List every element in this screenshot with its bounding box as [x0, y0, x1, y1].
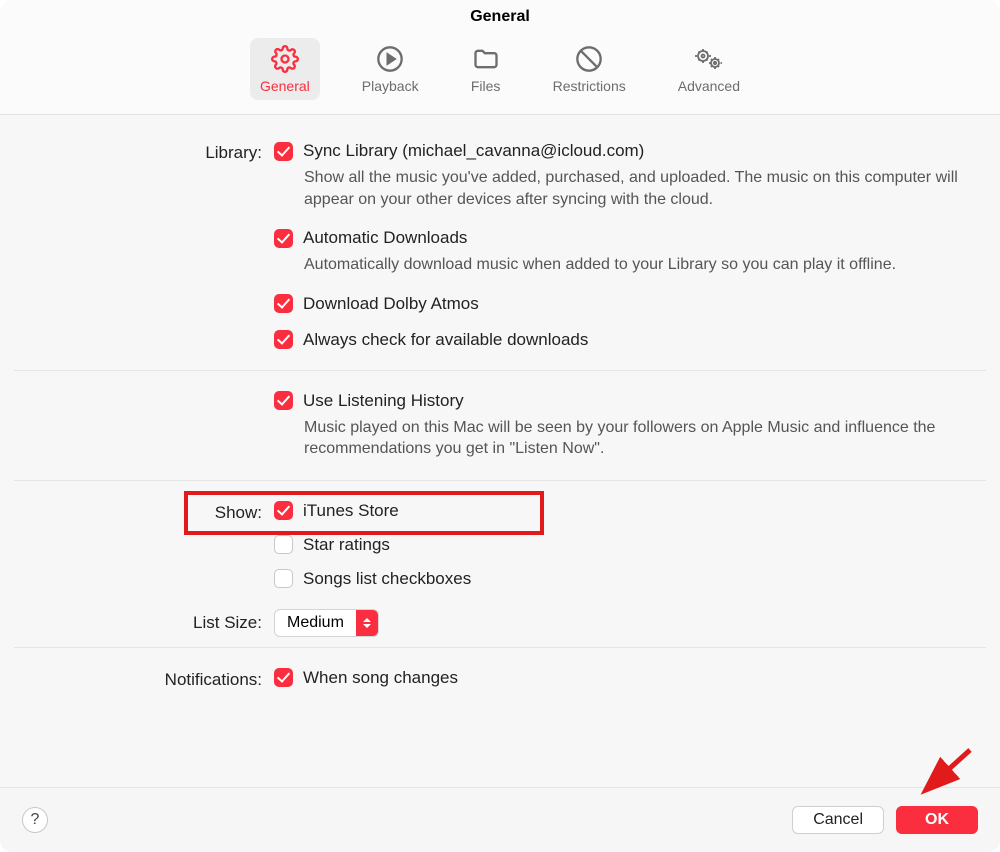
divider: [14, 370, 986, 371]
window-title: General: [0, 0, 1000, 30]
sync-library-checkbox[interactable]: [274, 142, 293, 161]
song-changes-checkbox[interactable]: [274, 668, 293, 687]
songs-list-label: Songs list checkboxes: [303, 569, 471, 589]
itunes-store-label: iTunes Store: [303, 501, 399, 521]
listening-history-desc: Music played on this Mac will be seen by…: [304, 417, 976, 460]
preferences-content: Library: Sync Library (michael_cavanna@i…: [0, 115, 1000, 787]
divider: [14, 480, 986, 481]
tab-label: Advanced: [678, 78, 740, 94]
itunes-store-checkbox[interactable]: [274, 501, 293, 520]
tab-label: Files: [471, 78, 501, 94]
folder-icon: [471, 44, 501, 74]
auto-downloads-desc: Automatically download music when added …: [304, 254, 976, 276]
cancel-button[interactable]: Cancel: [792, 806, 884, 834]
footer-bar: ? Cancel OK: [0, 787, 1000, 852]
listening-history-label: Use Listening History: [303, 391, 464, 411]
stepper-icon: [356, 610, 378, 636]
nosign-icon: [574, 44, 604, 74]
list-size-value: Medium: [275, 614, 356, 632]
listening-history-checkbox[interactable]: [274, 391, 293, 410]
gears-icon: [694, 44, 724, 74]
sync-library-desc: Show all the music you've added, purchas…: [304, 167, 976, 210]
tab-label: Restrictions: [553, 78, 626, 94]
tab-general[interactable]: General: [250, 38, 320, 100]
tab-playback[interactable]: Playback: [352, 38, 429, 100]
list-size-select[interactable]: Medium: [274, 609, 379, 637]
dolby-atmos-label: Download Dolby Atmos: [303, 294, 479, 314]
auto-downloads-label: Automatic Downloads: [303, 228, 467, 248]
show-section-label: Show:: [14, 501, 274, 523]
star-ratings-label: Star ratings: [303, 535, 390, 555]
auto-downloads-checkbox[interactable]: [274, 229, 293, 248]
songs-list-checkbox[interactable]: [274, 569, 293, 588]
list-size-label: List Size:: [14, 609, 274, 633]
tab-restrictions[interactable]: Restrictions: [543, 38, 636, 100]
tab-label: Playback: [362, 78, 419, 94]
library-section-label: Library:: [14, 141, 274, 163]
song-changes-label: When song changes: [303, 668, 458, 688]
ok-button[interactable]: OK: [896, 806, 978, 834]
tab-files[interactable]: Files: [461, 38, 511, 100]
dolby-atmos-checkbox[interactable]: [274, 294, 293, 313]
gear-icon: [270, 44, 300, 74]
divider: [14, 647, 986, 648]
play-icon: [375, 44, 405, 74]
help-button[interactable]: ?: [22, 807, 48, 833]
tab-label: General: [260, 78, 310, 94]
always-check-label: Always check for available downloads: [303, 330, 588, 350]
star-ratings-checkbox[interactable]: [274, 535, 293, 554]
notifications-section-label: Notifications:: [14, 668, 274, 690]
tab-advanced[interactable]: Advanced: [668, 38, 750, 100]
preferences-toolbar: General Playback Files Restrictions Adva…: [0, 30, 1000, 115]
sync-library-label: Sync Library (michael_cavanna@icloud.com…: [303, 141, 644, 161]
preferences-window: General General Playback Files Restricti…: [0, 0, 1000, 852]
always-check-checkbox[interactable]: [274, 330, 293, 349]
